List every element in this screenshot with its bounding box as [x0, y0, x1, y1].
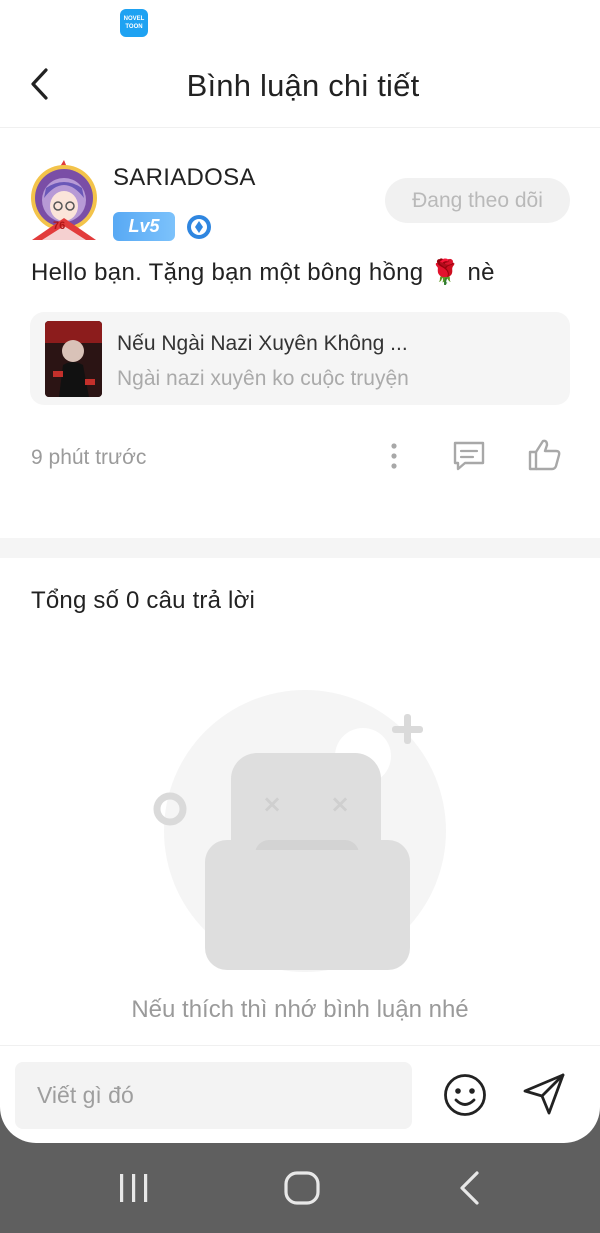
comment-input-bar: [0, 1045, 600, 1143]
comment-card: 76 SARIADOSA Lv5 Đang theo dõi Hello bạn…: [0, 130, 600, 538]
comment-timestamp: 9 phút trước: [31, 446, 147, 469]
book-subtitle: Ngài nazi xuyên ko cuộc truyện: [117, 367, 409, 390]
avatar[interactable]: 76: [26, 158, 102, 242]
more-vertical-icon: [391, 443, 397, 469]
username[interactable]: SARIADOSA: [113, 164, 256, 192]
recent-apps-icon: [120, 1174, 148, 1202]
system-back-button[interactable]: [455, 1169, 485, 1207]
more-options-button[interactable]: [380, 440, 408, 474]
header: Bình luận chi tiết: [0, 48, 600, 128]
empty-state-illustration: × ×: [145, 690, 455, 980]
home-icon: [284, 1171, 320, 1205]
replies-count-label: Tổng số 0 câu trả lời: [31, 587, 256, 614]
reply-button[interactable]: [450, 438, 488, 474]
send-button[interactable]: [520, 1070, 568, 1118]
avatar-badge: 76: [53, 220, 66, 232]
smiley-icon: [444, 1074, 486, 1116]
comment-icon: [453, 441, 485, 471]
recent-apps-button[interactable]: [114, 1171, 154, 1205]
status-bar: NOVEL TOON: [0, 0, 600, 48]
book-title: Nếu Ngài Nazi Xuyên Không ...: [117, 332, 408, 355]
comment-text: Hello bạn. Tặng bạn một bông hồng 🌹 nè: [31, 259, 495, 286]
level-badge: Lv5: [113, 212, 175, 241]
send-icon: [523, 1073, 565, 1115]
svg-text:×: ×: [262, 790, 282, 818]
novel-toon-app-icon: NOVEL TOON: [120, 9, 148, 37]
book-cover: [45, 321, 102, 397]
back-chevron-icon: [460, 1171, 479, 1205]
following-button[interactable]: Đang theo dõi: [385, 178, 570, 223]
home-button[interactable]: [282, 1170, 322, 1206]
page-title: Bình luận chi tiết: [186, 68, 420, 103]
section-divider: [0, 538, 600, 558]
like-button[interactable]: [525, 436, 563, 474]
thumbs-up-icon: [528, 439, 561, 471]
comment-input[interactable]: [15, 1062, 412, 1129]
svg-text:×: ×: [330, 790, 350, 818]
verified-badge-icon: [186, 214, 212, 240]
book-card[interactable]: Nếu Ngài Nazi Xuyên Không ... Ngài nazi …: [30, 312, 570, 405]
empty-state-message: Nếu thích thì nhớ bình luận nhé: [131, 996, 469, 1023]
system-navigation-bar: [0, 1143, 600, 1233]
emoji-button[interactable]: [442, 1072, 488, 1118]
screen: NOVEL TOON Bình luận chi tiết 76 SARIADO…: [0, 0, 600, 1143]
